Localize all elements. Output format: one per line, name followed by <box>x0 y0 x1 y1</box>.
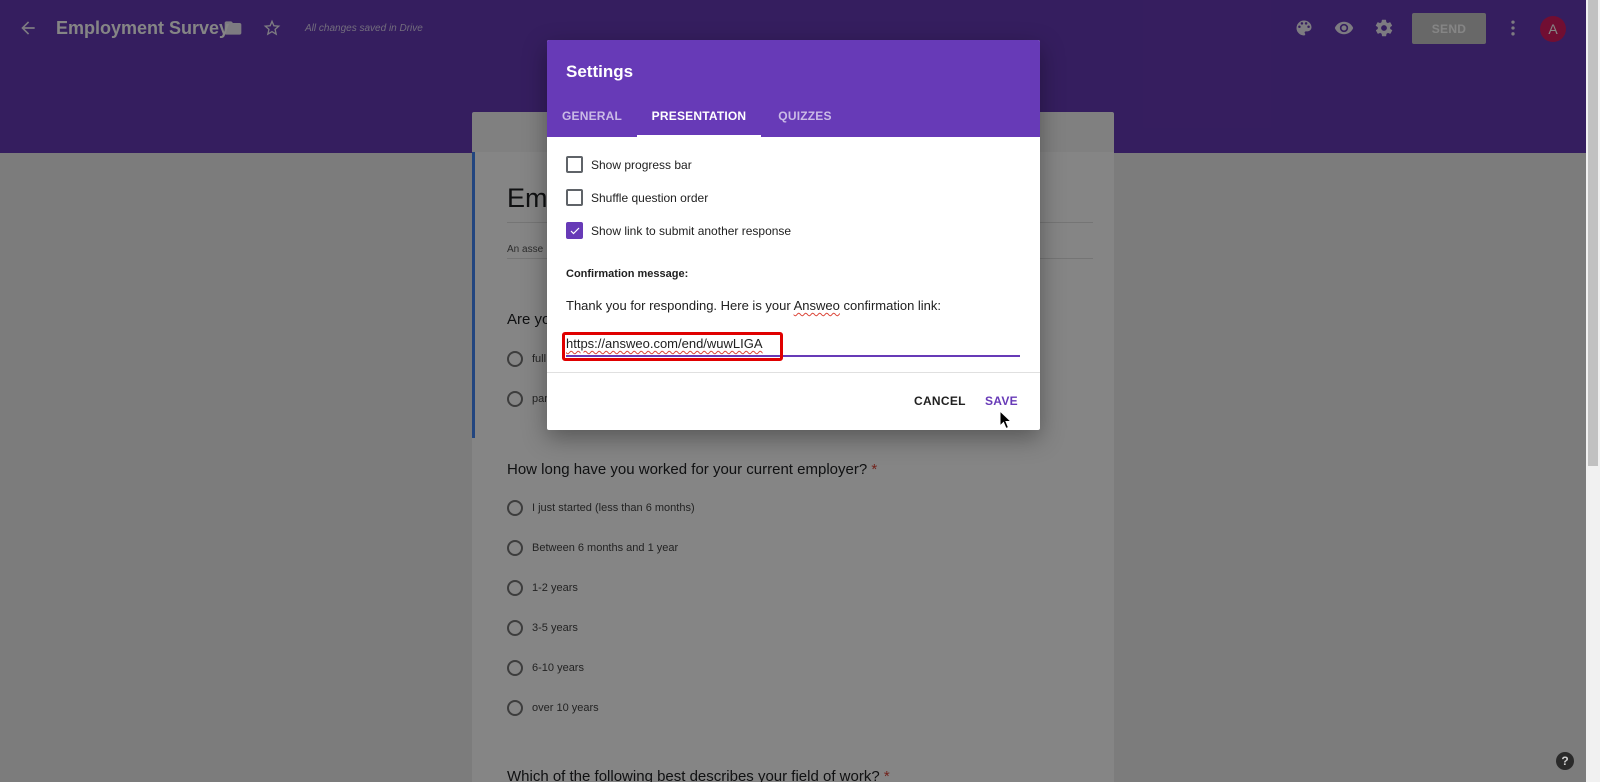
highlight-box <box>562 332 783 361</box>
save-button[interactable]: SAVE <box>985 394 1018 408</box>
scrollbar-thumb[interactable] <box>1588 0 1598 466</box>
checkbox-unchecked-icon[interactable] <box>566 156 583 173</box>
mouse-cursor-icon <box>999 410 1013 430</box>
tab-quizzes[interactable]: QUIZZES <box>778 102 831 137</box>
checkbox-checked-icon[interactable] <box>566 222 583 239</box>
option-label: Show progress bar <box>591 157 692 172</box>
confirmation-label: Confirmation message: <box>566 268 689 280</box>
option-label: Show link to submit another response <box>591 223 792 238</box>
text-segment: Thank you for responding. Here is your <box>566 298 794 313</box>
option-show-progress-bar[interactable]: Show progress bar <box>566 156 692 173</box>
confirmation-message-text[interactable]: Thank you for responding. Here is your A… <box>566 298 941 313</box>
option-show-link-another-response[interactable]: Show link to submit another response <box>566 222 791 239</box>
settings-dialog: Settings GENERAL PRESENTATION QUIZZES Sh… <box>547 40 1040 430</box>
dialog-title: Settings <box>566 62 634 81</box>
help-icon[interactable]: ? <box>1556 752 1574 770</box>
brand-name: Answeo <box>793 298 840 313</box>
text-segment: confirmation link: <box>839 298 942 313</box>
cancel-button[interactable]: CANCEL <box>914 394 966 408</box>
tab-presentation[interactable]: PRESENTATION <box>637 102 761 137</box>
option-shuffle-question-order[interactable]: Shuffle question order <box>566 189 708 206</box>
checkbox-unchecked-icon[interactable] <box>566 189 583 206</box>
option-label: Shuffle question order <box>591 190 709 205</box>
tab-general[interactable]: GENERAL <box>562 102 622 137</box>
divider <box>547 372 1040 373</box>
dialog-header: Settings GENERAL PRESENTATION QUIZZES <box>547 40 1040 137</box>
